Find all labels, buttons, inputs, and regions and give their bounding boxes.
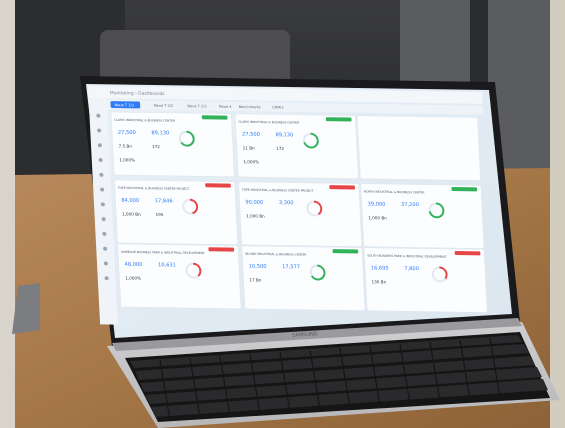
status-badge bbox=[454, 251, 481, 256]
tab-1: Neue T 1/3 bbox=[114, 103, 134, 107]
status-badge bbox=[205, 183, 231, 188]
dashboard-card[interactable]: NORTH INDUSTRIAL & BUSINESS CENTER39,000… bbox=[360, 183, 485, 249]
card-metric: 11 Bn bbox=[243, 145, 256, 150]
status-badge bbox=[201, 115, 228, 120]
card-metric: 17 Bn bbox=[249, 277, 262, 282]
status-badge bbox=[451, 187, 478, 192]
tab-3: Neue T 2/3 bbox=[187, 104, 207, 108]
status-badge bbox=[329, 185, 356, 190]
card-metric: 39,000 bbox=[367, 201, 385, 207]
dashboard-card[interactable]: TOPE INDUSTRIAL & BUSINESS CENTER PROJEC… bbox=[114, 179, 239, 246]
card-metric: 195 bbox=[155, 212, 163, 217]
status-badge bbox=[332, 249, 359, 254]
dashboard-card[interactable]: TOPE INDUSTRIAL & BUSINESS CENTER PROJEC… bbox=[238, 181, 363, 247]
card-metric: 1,000% bbox=[243, 159, 259, 164]
card-metric: 3,300 bbox=[279, 200, 294, 206]
tab-5: Benchmarks bbox=[239, 105, 261, 109]
card-metric: 84,000 bbox=[121, 198, 139, 204]
dashboard: Monitoring › Dashboards Neue T 1/3 Neue … bbox=[88, 86, 488, 325]
card-metric: 17,577 bbox=[282, 264, 300, 270]
card-metric: 172 bbox=[276, 146, 284, 151]
card-metric: 89,130 bbox=[275, 132, 293, 138]
card-metric: 7.5 Bn bbox=[118, 143, 132, 148]
tab-4: Neue 4 bbox=[219, 105, 233, 109]
dashboard-card[interactable]: INLAND INDUSTRIAL & BUSINESS CENTER10,50… bbox=[241, 245, 366, 311]
card-metric: 1,000% bbox=[119, 157, 135, 162]
card-metric: 10,631 bbox=[158, 262, 176, 268]
dashboard-card[interactable]: SOUTH BUSINESS PARK & INDUSTRIAL DEVELOP… bbox=[363, 247, 488, 313]
card-metric: 10,500 bbox=[249, 264, 267, 270]
card-metric: 7,800 bbox=[404, 266, 419, 272]
dashboard-card[interactable]: CLARIS INDUSTRIAL & BUSINESS CENTER27,50… bbox=[110, 111, 235, 178]
card-metric: 172 bbox=[152, 144, 160, 149]
card-metric: 17,846 bbox=[155, 198, 173, 204]
laptop-photo: SAMSUNG Monitoring › Dashboards Neue T 1… bbox=[0, 0, 565, 428]
card-metric: 1,000 Bn bbox=[122, 211, 141, 216]
card-metric: 1,000 Bn bbox=[368, 215, 387, 220]
card-metric: 1,000% bbox=[125, 275, 141, 280]
dashboard-card[interactable]: CLARIS INDUSTRIAL & BUSINESS CENTER27,50… bbox=[234, 113, 359, 179]
breadcrumb: Monitoring › Dashboards bbox=[110, 90, 166, 97]
status-badge bbox=[208, 247, 235, 252]
wall-strip-right bbox=[550, 0, 565, 428]
card-metric: 16,695 bbox=[371, 265, 389, 271]
card-metric: 1,000 Bn bbox=[246, 213, 265, 218]
wall-strip bbox=[0, 0, 15, 428]
card-metric: 90,000 bbox=[245, 200, 263, 206]
card-metric: 130 Bn bbox=[371, 279, 386, 284]
card-metric: 27,500 bbox=[242, 132, 260, 138]
dashboard-card[interactable] bbox=[356, 115, 481, 181]
status-badge bbox=[325, 117, 352, 122]
dashboard-card[interactable]: HARBOUR BUSINESS PARK & INDUSTRIAL DEVEL… bbox=[117, 243, 242, 310]
card-metric: 48,000 bbox=[124, 262, 142, 268]
card-metric: 27,500 bbox=[118, 130, 136, 136]
card-metric: 37,200 bbox=[401, 202, 419, 208]
tab-2: Neue T 2/2 bbox=[154, 104, 174, 108]
card-metric: 89,130 bbox=[151, 130, 169, 136]
tab-6: CRM/3 bbox=[272, 105, 284, 109]
